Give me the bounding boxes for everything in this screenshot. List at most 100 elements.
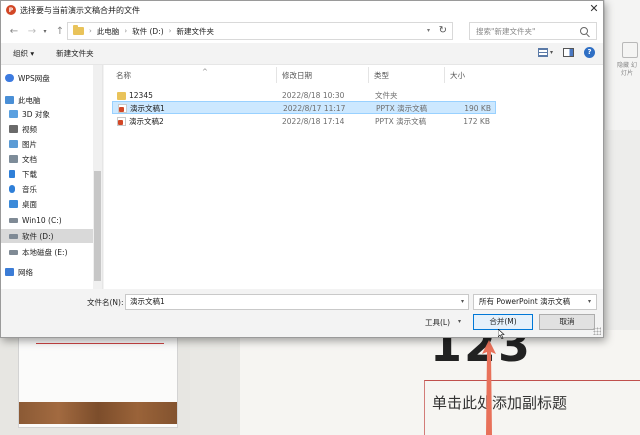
forward-arrow-icon[interactable]: → [25,24,39,38]
sidebar-item-this-pc[interactable]: 此电脑 [5,93,97,107]
up-arrow-icon[interactable]: ↑ [53,24,67,38]
breadcrumb-drive-d[interactable]: 软件 (D:) [132,26,164,37]
download-icon [9,170,15,178]
column-header-label: 名称 [116,70,131,80]
file-name: 演示文稿2 [129,117,164,126]
annotation-arrow-icon [482,340,496,435]
3d-objects-icon [9,110,18,118]
filetype-dropdown-icon: ▾ [587,298,591,305]
file-size: 172 KB [463,117,490,126]
command-toolbar: 组织 ▾ 新建文件夹 ▾ ? [1,43,603,65]
change-view-button[interactable]: ▾ [537,48,553,57]
sidebar-item-music[interactable]: 音乐 [9,182,101,196]
filetype-select[interactable]: 所有 PowerPoint 演示文稿 ▾ [473,294,597,310]
mouse-pointer-icon [498,329,505,339]
powerpoint-app-icon: P [6,5,16,15]
sidebar-item-drive-c[interactable]: Win10 (C:) [9,213,101,227]
cloud-icon [5,74,14,82]
search-input[interactable]: 搜索"新建文件夹" [469,22,597,40]
file-row-presentation-2[interactable]: 演示文稿2 2022/8/18 17:14 PPTX 演示文稿 172 KB [112,115,496,128]
breadcrumb-new-folder[interactable]: 新建文件夹 [176,26,214,37]
column-divider[interactable] [276,67,277,83]
sidebar-item-label: 桌面 [22,199,37,209]
drive-icon [9,249,18,255]
breadcrumb-separator-icon[interactable]: › [169,27,172,35]
navigation-bar: ← → ▾ ↑ › 此电脑 › 软件 (D:) › 新建文件夹 ▾ ↻ 搜索"新… [1,19,603,43]
subtitle-placeholder-text[interactable]: 单击此处添加副标题 [432,392,567,413]
file-open-dialog: P 选择要与当前演示文稿合并的文件 ✕ ← → ▾ ↑ › 此电脑 › 软件 (… [0,0,604,339]
navigation-pane-scrollbar[interactable] [93,65,102,289]
tools-dropdown-icon[interactable]: ▾ [458,318,461,325]
filename-label: 文件名(N): [87,298,124,307]
new-folder-button[interactable]: 新建文件夹 [52,48,98,59]
sidebar-item-label: 文档 [22,154,37,164]
filename-dropdown-icon[interactable]: ▾ [461,295,464,309]
folder-icon [73,25,84,35]
recent-locations-dropdown-icon[interactable]: ▾ [41,24,49,38]
breadcrumb-separator-icon[interactable]: › [124,27,127,35]
resize-grip-icon[interactable] [593,327,601,335]
column-header-size[interactable]: 大小 [450,68,496,82]
sidebar-item-documents[interactable]: 文档 [9,152,101,166]
column-divider[interactable] [368,67,369,83]
sidebar-item-downloads[interactable]: 下载 [9,167,101,181]
refresh-icon[interactable]: ↻ [439,25,447,36]
column-header-date[interactable]: 修改日期 [282,68,368,82]
breadcrumb-this-pc[interactable]: 此电脑 [97,26,120,37]
back-arrow-icon[interactable]: ← [7,24,21,38]
file-list: 名称 ^ 修改日期 类型 大小 12345 2022/8/18 10:30 文件… [104,65,603,289]
column-header-label: 大小 [450,70,465,80]
sidebar-item-drive-e[interactable]: 本地磁盘 (E:) [9,245,101,259]
column-header-label: 修改日期 [282,70,312,80]
tools-menu-button[interactable]: 工具(L) [425,317,450,328]
cancel-button[interactable]: 取消 [539,314,595,330]
file-date: 2022/8/18 17:14 [282,117,345,126]
organize-menu-button[interactable]: 组织 ▾ [9,48,38,59]
thumbnail-wood-strip [19,402,177,424]
sidebar-item-pictures[interactable]: 图片 [9,137,101,151]
filetype-value: 所有 PowerPoint 演示文稿 [479,297,571,306]
pictures-icon [9,140,18,148]
scrollbar-thumb[interactable] [94,171,101,281]
sidebar-item-label: 本地磁盘 (E:) [22,247,68,257]
documents-icon [9,155,18,163]
pptx-file-icon [118,104,127,113]
close-icon[interactable]: ✕ [587,2,601,16]
help-icon[interactable]: ? [584,47,595,58]
column-divider[interactable] [444,67,445,83]
sidebar-item-desktop[interactable]: 桌面 [9,197,101,211]
view-dropdown-icon: ▾ [549,49,553,56]
preview-pane-icon[interactable] [563,48,574,57]
merge-button[interactable]: 合并(M) [473,314,533,330]
sort-ascending-icon: ^ [202,68,208,76]
dialog-footer: 文件名(N): 演示文稿1 ▾ 所有 PowerPoint 演示文稿 ▾ 工具(… [1,289,603,339]
file-type: PPTX 演示文稿 [376,104,428,113]
file-date: 2022/8/17 11:17 [283,104,346,113]
sidebar-item-drive-d[interactable]: 软件 (D:) [1,229,93,243]
sidebar-item-label: 此电脑 [18,95,41,105]
sidebar-item-wps-cloud[interactable]: WPS网盘 [5,71,97,85]
pptx-file-icon [117,117,126,126]
address-dropdown-icon[interactable]: ▾ [427,27,430,34]
search-icon[interactable] [580,27,588,35]
column-header-type[interactable]: 类型 [374,68,444,82]
sidebar-item-network[interactable]: 网络 [5,265,97,279]
sidebar-item-3d-objects[interactable]: 3D 对象 [9,107,101,121]
file-name: 演示文稿1 [130,104,165,113]
column-header-label: 类型 [374,70,389,80]
details-view-icon [537,48,548,57]
file-row-presentation-1[interactable]: 演示文稿1 2022/8/17 11:17 PPTX 演示文稿 190 KB [112,101,496,114]
breadcrumb-separator-icon: › [89,27,92,35]
desktop-icon [9,200,18,208]
hide-slide-icon[interactable] [622,42,638,58]
sidebar-item-label: 下载 [22,169,37,179]
filename-input[interactable]: 演示文稿1 ▾ [125,294,469,310]
sidebar-item-label: 3D 对象 [22,109,50,119]
column-header-name[interactable]: 名称 ^ [116,68,276,82]
sidebar-item-videos[interactable]: 视频 [9,122,101,136]
address-bar[interactable]: › 此电脑 › 软件 (D:) › 新建文件夹 ▾ ↻ [67,22,453,40]
file-type: PPTX 演示文稿 [375,117,427,126]
search-placeholder: 搜索"新建文件夹" [476,26,536,36]
dialog-titlebar[interactable]: P 选择要与当前演示文稿合并的文件 ✕ [1,1,603,19]
dialog-title: 选择要与当前演示文稿合并的文件 [20,5,140,15]
